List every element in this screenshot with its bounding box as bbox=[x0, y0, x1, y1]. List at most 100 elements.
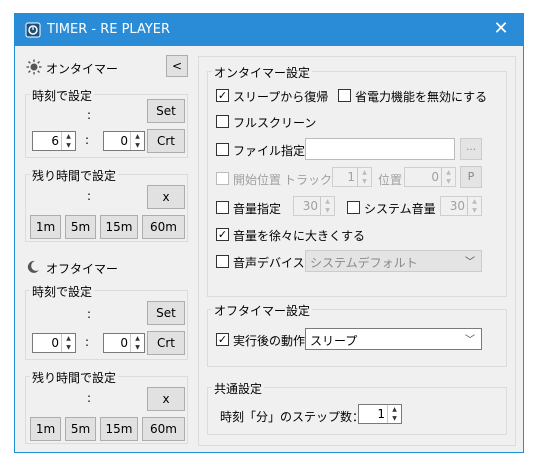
system-volume-stepper[interactable]: 30 ▲ ▼ bbox=[440, 196, 482, 216]
on-preset-5m[interactable]: 5m bbox=[65, 215, 96, 239]
browse-button[interactable]: … bbox=[460, 138, 482, 160]
off-time-dot: : bbox=[87, 307, 92, 321]
track-label: トラック bbox=[284, 173, 333, 187]
track-stepper[interactable]: 1 ▲ ▼ bbox=[332, 167, 372, 187]
volume-specify-checkbox[interactable] bbox=[216, 201, 229, 214]
file-specify-checkbox[interactable] bbox=[216, 143, 229, 156]
off-time-group: 時刻で設定 : Set 0 ▲ ▼ : 0 ▲ ▼ Crt bbox=[25, 283, 188, 360]
off-preset-60m[interactable]: 60m bbox=[142, 417, 185, 441]
action-after-select[interactable]: スリープ ﹀ bbox=[305, 328, 482, 350]
resume-from-sleep-label: スリープから復帰 bbox=[233, 90, 329, 104]
off-settings-title: オフタイマー設定 bbox=[212, 302, 313, 319]
start-position-label: 開始位置 bbox=[233, 173, 282, 187]
off-hour-stepper[interactable]: 0 ▲ ▼ bbox=[32, 333, 76, 353]
timer-window: TIMER - RE PLAYER ✕ オンタイマー < 時刻で設定 : Set… bbox=[14, 13, 524, 453]
off-crt-button[interactable]: Crt bbox=[147, 331, 185, 355]
off-set-button[interactable]: Set bbox=[147, 301, 185, 325]
disable-power-saving-label: 省電力機能を無効にする bbox=[355, 90, 488, 104]
on-time-colon: : bbox=[85, 133, 90, 147]
off-minute-value: 0 bbox=[120, 336, 128, 350]
fullscreen-checkbox[interactable] bbox=[216, 115, 229, 128]
gradual-volume-checkbox[interactable]: ✓ bbox=[216, 228, 229, 241]
on-crt-button[interactable]: Crt bbox=[147, 129, 185, 153]
fullscreen-label: フルスクリーン bbox=[233, 116, 317, 130]
off-time-colon: : bbox=[85, 335, 90, 349]
stepper-arrows[interactable]: ▲ ▼ bbox=[61, 132, 75, 150]
common-settings-title: 共通設定 bbox=[212, 380, 265, 397]
stepper-arrows[interactable]: ▲ ▼ bbox=[387, 405, 401, 423]
system-volume-checkbox[interactable] bbox=[347, 201, 360, 214]
off-timer-label: オフタイマー bbox=[46, 262, 119, 276]
action-after-value: スリープ bbox=[310, 334, 358, 348]
off-settings-group: オフタイマー設定 ✓ 実行後の動作 スリープ ﹀ bbox=[207, 302, 507, 367]
position-label: 位置 bbox=[378, 173, 403, 187]
p-button[interactable]: P bbox=[460, 166, 482, 188]
audio-device-checkbox[interactable] bbox=[216, 255, 229, 268]
off-time-group-title: 時刻で設定 bbox=[30, 283, 95, 300]
on-timer-label: オンタイマー bbox=[46, 62, 119, 76]
stepper-arrows[interactable]: ▲ ▼ bbox=[130, 132, 144, 150]
on-preset-1m[interactable]: 1m bbox=[30, 215, 61, 239]
on-remain-dot: : bbox=[87, 189, 92, 203]
off-remain-dot: : bbox=[87, 391, 92, 405]
off-hour-value: 0 bbox=[51, 336, 59, 350]
chevron-down-icon: ﹀ bbox=[465, 335, 475, 346]
stepper-arrows[interactable]: ▲ ▼ bbox=[357, 168, 371, 186]
on-time-dot: : bbox=[87, 108, 92, 122]
on-hour-stepper[interactable]: 6 ▲ ▼ bbox=[32, 131, 76, 151]
off-preset-5m[interactable]: 5m bbox=[65, 417, 96, 441]
on-clear-button[interactable]: x bbox=[147, 185, 185, 209]
volume-value: 30 bbox=[302, 199, 318, 213]
position-stepper[interactable]: 0 ▲ ▼ bbox=[404, 167, 456, 187]
file-specify-label: ファイル指定 bbox=[233, 144, 306, 158]
volume-stepper[interactable]: 30 ▲ ▼ bbox=[293, 196, 335, 216]
system-volume-label: システム音量 bbox=[364, 202, 436, 216]
volume-specify-label: 音量指定 bbox=[233, 202, 282, 216]
moon-icon bbox=[27, 260, 39, 273]
common-settings-group: 共通設定 時刻「分」のステップ数： 1 ▲ ▼ bbox=[207, 380, 507, 435]
on-minute-stepper[interactable]: 0 ▲ ▼ bbox=[103, 131, 145, 151]
off-clear-button[interactable]: x bbox=[147, 387, 185, 411]
audio-device-value: システムデフォルト bbox=[310, 256, 418, 270]
file-path-input[interactable] bbox=[305, 138, 455, 160]
start-position-checkbox[interactable] bbox=[216, 172, 229, 185]
settings-panel: オンタイマー設定 ✓ スリープから復帰 省電力機能を無効にする フルスクリーン … bbox=[198, 56, 516, 446]
collapse-button[interactable]: < bbox=[166, 55, 188, 77]
action-after-checkbox[interactable]: ✓ bbox=[216, 333, 229, 346]
off-remain-group-title: 残り時間で設定 bbox=[30, 369, 119, 386]
stepper-arrows[interactable]: ▲ ▼ bbox=[61, 334, 75, 352]
on-remain-group-title: 残り時間で設定 bbox=[30, 167, 119, 184]
stepper-arrows[interactable]: ▲ ▼ bbox=[441, 168, 455, 186]
resume-from-sleep-checkbox[interactable]: ✓ bbox=[216, 89, 229, 102]
position-value: 0 bbox=[431, 170, 439, 184]
on-preset-15m[interactable]: 15m bbox=[100, 215, 138, 239]
on-set-button[interactable]: Set bbox=[147, 99, 185, 123]
sun-icon bbox=[26, 59, 42, 75]
on-minute-value: 0 bbox=[120, 134, 128, 148]
off-preset-1m[interactable]: 1m bbox=[30, 417, 61, 441]
chevron-down-icon: ﹀ bbox=[465, 257, 475, 268]
gradual-volume-label: 音量を徐々に大きくする bbox=[233, 229, 366, 243]
disable-power-saving-checkbox[interactable] bbox=[338, 89, 351, 102]
stepper-arrows[interactable]: ▲ ▼ bbox=[467, 197, 481, 215]
on-time-group: 時刻で設定 : Set 6 ▲ ▼ : 0 ▲ ▼ Crt bbox=[25, 87, 188, 158]
stepper-arrows[interactable]: ▲ ▼ bbox=[320, 197, 334, 215]
step-label: 時刻「分」のステップ数： bbox=[220, 410, 365, 424]
off-remain-group: 残り時間で設定 : x 1m 5m 15m 60m bbox=[25, 369, 188, 444]
close-button[interactable]: ✕ bbox=[479, 14, 523, 46]
track-value: 1 bbox=[347, 170, 355, 184]
minute-step-value: 1 bbox=[377, 407, 385, 421]
on-settings-group: オンタイマー設定 ✓ スリープから復帰 省電力機能を無効にする フルスクリーン … bbox=[207, 64, 507, 297]
title-bar: TIMER - RE PLAYER ✕ bbox=[15, 14, 523, 46]
on-remain-group: 残り時間で設定 : x 1m 5m 15m 60m bbox=[25, 167, 188, 242]
on-hour-value: 6 bbox=[51, 134, 59, 148]
off-preset-15m[interactable]: 15m bbox=[100, 417, 138, 441]
audio-device-select[interactable]: システムデフォルト ﹀ bbox=[305, 250, 482, 272]
stepper-arrows[interactable]: ▲ ▼ bbox=[130, 334, 144, 352]
off-minute-stepper[interactable]: 0 ▲ ▼ bbox=[103, 333, 145, 353]
on-settings-title: オンタイマー設定 bbox=[212, 64, 313, 81]
window-title: TIMER - RE PLAYER bbox=[47, 22, 171, 37]
action-after-label: 実行後の動作 bbox=[233, 334, 306, 348]
minute-step-stepper[interactable]: 1 ▲ ▼ bbox=[358, 404, 402, 424]
on-preset-60m[interactable]: 60m bbox=[142, 215, 185, 239]
